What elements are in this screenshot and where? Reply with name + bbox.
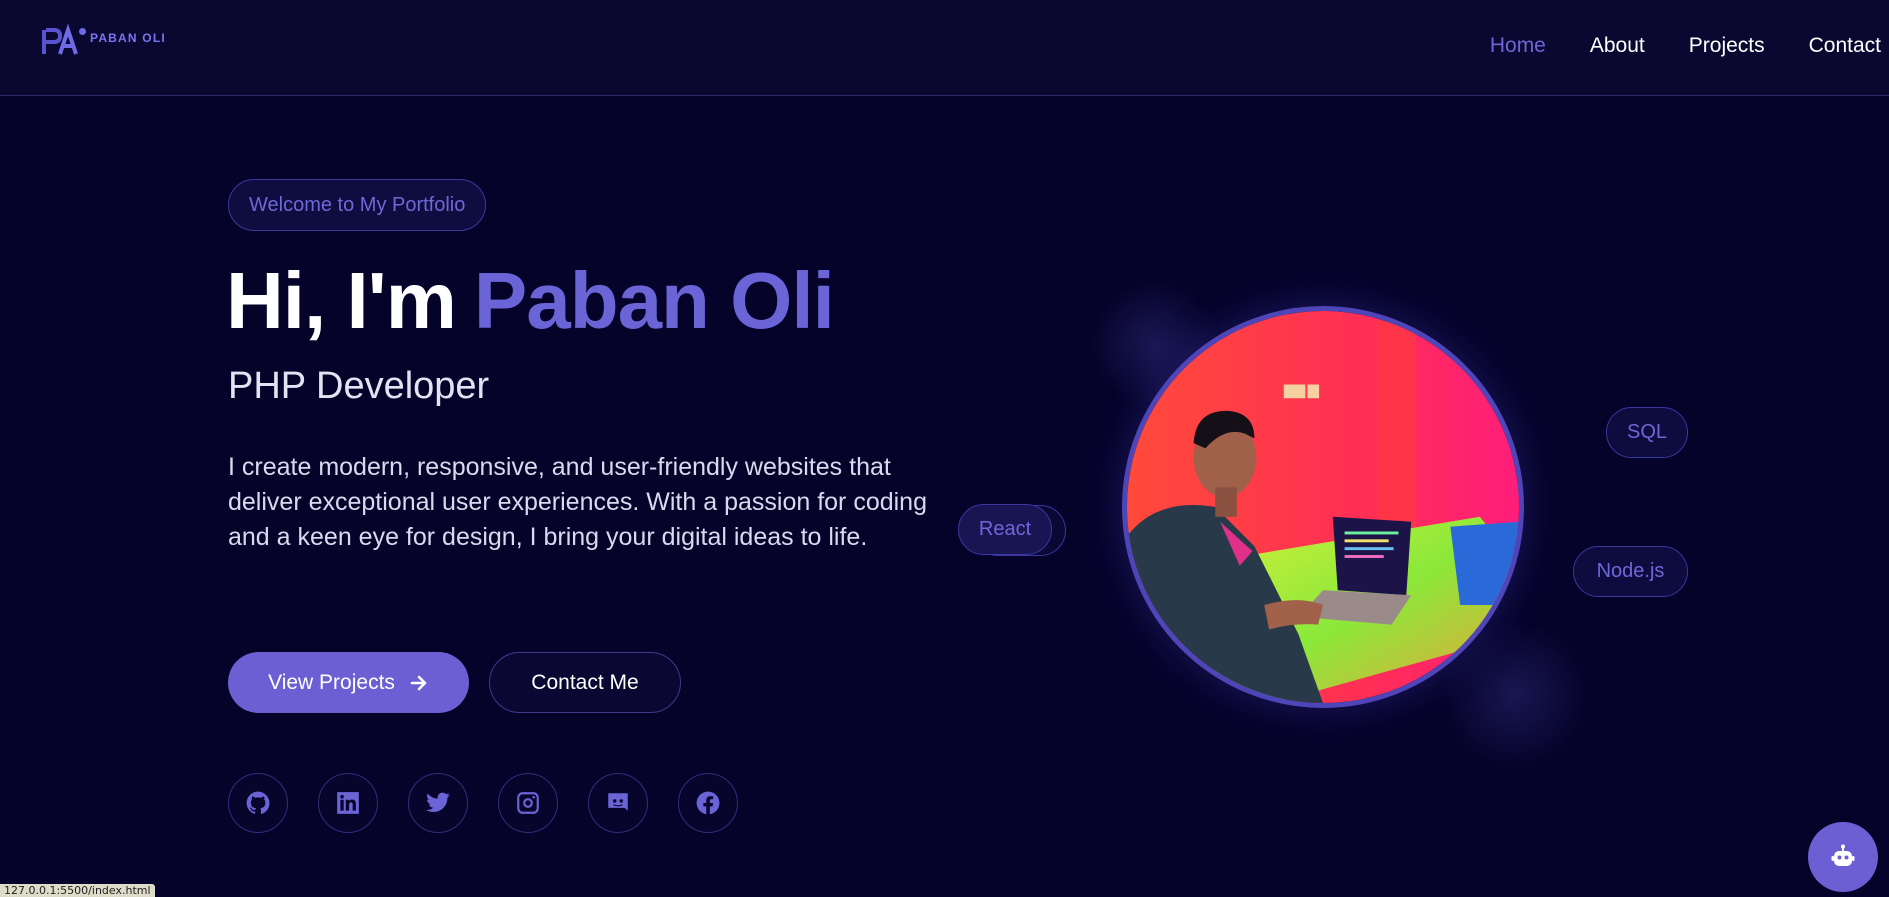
facebook-link[interactable] <box>678 773 738 833</box>
logo-mark-icon <box>40 22 86 60</box>
robot-icon <box>1831 844 1855 866</box>
github-link[interactable] <box>228 773 288 833</box>
nav-home[interactable]: Home <box>1490 34 1546 58</box>
browser-status-url: 127.0.0.1:5500/index.html <box>0 884 155 897</box>
discord-link[interactable] <box>588 773 648 833</box>
skill-chip-node: Node.js <box>1573 546 1688 597</box>
linkedin-icon <box>337 792 359 814</box>
discord-icon <box>608 793 628 811</box>
contact-me-label: Contact Me <box>531 670 639 694</box>
hero-name: Paban Oli <box>473 256 835 345</box>
view-projects-button[interactable]: View Projects <box>228 652 469 713</box>
logo[interactable]: PABAN OLI <box>40 22 166 62</box>
linkedin-link[interactable] <box>318 773 378 833</box>
hero-description: I create modern, responsive, and user-fr… <box>228 453 927 551</box>
arrow-right-icon <box>409 673 429 693</box>
main-nav: Home About Projects Contact <box>1490 34 1889 58</box>
nav-about[interactable]: About <box>1590 34 1645 58</box>
skill-chip-react: React <box>958 504 1052 555</box>
twitter-icon <box>426 792 450 812</box>
contact-me-button[interactable]: Contact Me <box>489 652 681 713</box>
site-header: PABAN OLI Home About Projects Contact <box>0 0 1889 96</box>
instagram-icon <box>517 792 539 814</box>
profile-photo <box>1122 306 1524 708</box>
hero-role: PHP Developer <box>228 365 490 407</box>
facebook-icon <box>696 791 720 815</box>
twitter-link[interactable] <box>408 773 468 833</box>
chatbot-button[interactable] <box>1808 822 1878 892</box>
welcome-badge: Welcome to My Portfolio <box>228 179 487 231</box>
hero-greeting: Hi, I'm <box>226 256 457 345</box>
social-links <box>228 773 768 833</box>
nav-contact[interactable]: Contact <box>1809 34 1881 58</box>
skill-chip-sql: SQL <box>1606 407 1688 458</box>
logo-text: PABAN OLI <box>90 31 166 45</box>
view-projects-label: View Projects <box>268 670 395 694</box>
github-icon <box>246 791 270 814</box>
hero-title: Hi, I'm Paban Oli <box>226 256 835 346</box>
instagram-link[interactable] <box>498 773 558 833</box>
nav-projects[interactable]: Projects <box>1689 34 1765 58</box>
